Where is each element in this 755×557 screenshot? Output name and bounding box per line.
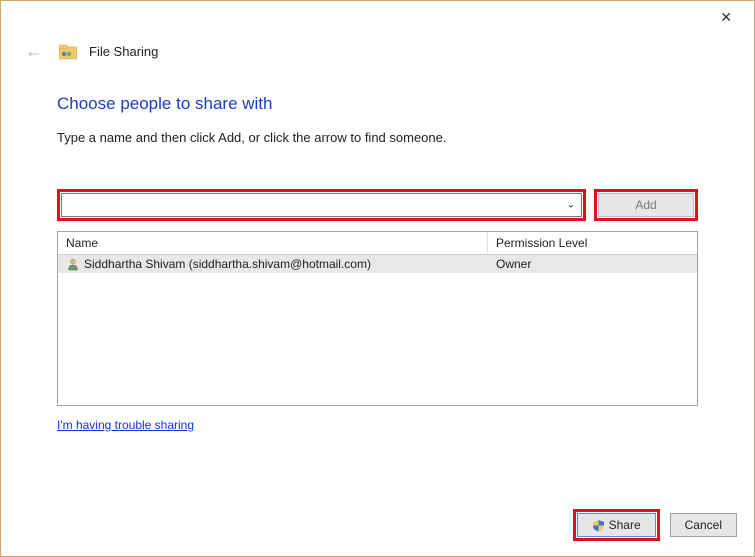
user-icon xyxy=(66,257,80,271)
page-heading: Choose people to share with xyxy=(57,94,698,114)
table-row[interactable]: Siddhartha Shivam (siddhartha.shivam@hot… xyxy=(58,255,697,273)
cancel-button[interactable]: Cancel xyxy=(670,513,737,537)
row-name: Siddhartha Shivam (siddhartha.shivam@hot… xyxy=(84,257,371,271)
column-permission[interactable]: Permission Level xyxy=(488,232,697,254)
window-title: File Sharing xyxy=(89,44,158,59)
row-permission: Owner xyxy=(488,255,697,273)
column-name[interactable]: Name xyxy=(58,232,488,254)
name-combo[interactable]: ⌄ xyxy=(57,189,586,221)
shield-icon xyxy=(592,519,605,532)
file-sharing-icon xyxy=(59,44,77,60)
share-button-label: Share xyxy=(609,518,641,532)
name-input[interactable] xyxy=(61,193,582,217)
page-subtext: Type a name and then click Add, or click… xyxy=(57,130,698,145)
add-button[interactable]: Add xyxy=(598,193,694,217)
share-button[interactable]: Share xyxy=(577,513,656,537)
help-link[interactable]: I'm having trouble sharing xyxy=(57,418,698,432)
people-table: Name Permission Level Siddhartha Shivam … xyxy=(57,231,698,406)
close-icon[interactable]: ✕ xyxy=(710,5,742,30)
back-arrow-icon: ← xyxy=(21,39,47,64)
